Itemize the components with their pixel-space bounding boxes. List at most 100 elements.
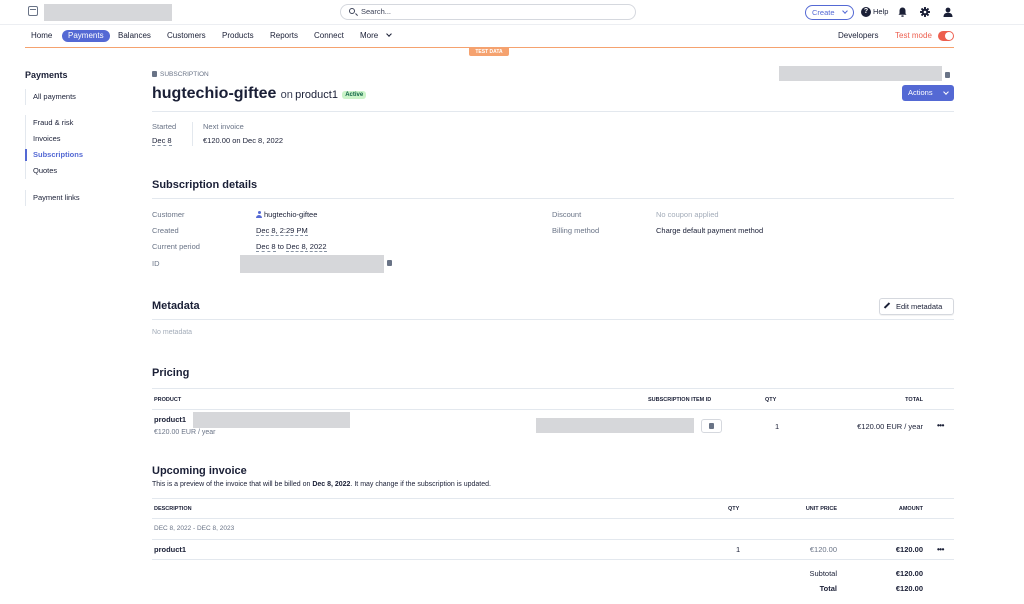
sidebar-item-quotes[interactable]: Quotes <box>33 163 83 179</box>
billing-method-value: Charge default payment method <box>656 226 764 235</box>
total-label: Total <box>819 584 837 593</box>
test-mode-label: Test mode <box>895 31 932 40</box>
status-badge: Active <box>342 91 367 99</box>
subtotal-value: €120.00 <box>895 569 923 578</box>
pricing-row-more-icon[interactable]: ••• <box>937 421 944 430</box>
sidebar-item-subscriptions[interactable]: Subscriptions <box>24 147 83 163</box>
nav-products[interactable]: Products <box>222 30 254 42</box>
id-label: ID <box>152 259 160 268</box>
nav-reports[interactable]: Reports <box>270 30 298 42</box>
customer-label: Customer <box>152 210 185 219</box>
invoice-header-amount: AMOUNT <box>898 506 923 512</box>
pricing-row-product[interactable]: product1 <box>154 415 186 424</box>
nav-customers[interactable]: Customers <box>167 30 206 42</box>
upcoming-desc-post: . It may change if the subscription is u… <box>350 481 491 488</box>
invoice-period: DEC 8, 2022 - DEC 8, 2023 <box>154 525 235 532</box>
metadata-empty: No metadata <box>152 329 193 336</box>
current-period-label: Current period <box>152 242 200 251</box>
started-value: Dec 8 <box>152 136 172 146</box>
nav-home[interactable]: Home <box>31 30 52 42</box>
test-mode-toggle[interactable] <box>938 31 954 41</box>
help-label: Help <box>873 7 889 16</box>
subscription-id-redacted <box>779 66 942 81</box>
metadata-title: Metadata <box>152 300 200 312</box>
chevron-down-icon <box>943 89 949 95</box>
upcoming-desc-pre: This is a preview of the invoice that wi… <box>152 481 311 488</box>
invoice-row-divider <box>152 559 954 560</box>
nav-developers[interactable]: Developers <box>838 30 878 42</box>
details-divider <box>152 198 954 199</box>
pricing-header-item-id: SUBSCRIPTION ITEM ID <box>648 397 712 403</box>
search-placeholder: Search... <box>361 7 392 16</box>
nav-payments[interactable]: Payments <box>62 30 110 42</box>
copy-item-id-button[interactable] <box>701 419 722 433</box>
created-value: Dec 8, 2:29 PM <box>256 226 308 236</box>
sidebar-group-2: Fraud & risk Invoices Subscriptions Quot… <box>24 115 83 179</box>
nav-connect[interactable]: Connect <box>314 30 344 42</box>
page-title: hugtechio-giftee on product1 Active <box>152 85 367 103</box>
header-stat-divider <box>192 122 193 146</box>
copy-id-icon[interactable] <box>387 260 392 266</box>
next-invoice-link[interactable]: €120.00 on Dec 8, 2022 <box>203 136 283 145</box>
account-name-redacted[interactable] <box>44 4 172 21</box>
invoice-row-amount: €120.00 <box>895 545 923 554</box>
gear-icon[interactable] <box>920 7 930 17</box>
subscription-icon <box>152 71 157 77</box>
sidebar-item-fraud-risk[interactable]: Fraud & risk <box>33 115 83 131</box>
create-button[interactable]: Create <box>805 5 854 20</box>
current-period-value: Dec 8 to Dec 8, 2022 <box>256 242 327 252</box>
period-start: Dec 8 <box>256 242 276 252</box>
account-logo-icon[interactable] <box>28 6 38 16</box>
chevron-down-icon <box>842 8 848 14</box>
title-customer: hugtechio-giftee <box>152 85 277 102</box>
test-data-banner: TEST DATA <box>469 48 509 56</box>
nav-more[interactable]: More <box>360 30 392 42</box>
invoice-row-description: product1 <box>154 545 187 554</box>
started-label: Started <box>152 122 177 131</box>
sidebar-title: Payments <box>25 70 68 80</box>
invoice-header-description: DESCRIPTION <box>154 506 192 512</box>
period-end: Dec 8, 2022 <box>286 242 327 252</box>
sidebar-item-all-payments[interactable]: All payments <box>33 89 76 105</box>
subtotal-label: Subtotal <box>809 569 837 578</box>
pricing-row-total: €120.00 EUR / year <box>857 422 923 431</box>
upcoming-description: This is a preview of the invoice that wi… <box>152 481 491 488</box>
actions-button[interactable]: Actions <box>902 85 954 101</box>
search-icon <box>349 8 355 14</box>
price-id-redacted <box>193 412 350 428</box>
sidebar-item-invoices[interactable]: Invoices <box>33 131 83 147</box>
create-label: Create <box>812 8 835 17</box>
question-icon: ? <box>861 7 871 18</box>
pricing-row-qty: 1 <box>775 422 780 431</box>
edit-metadata-button[interactable]: Edit metadata <box>879 298 954 315</box>
total-value: €120.00 <box>895 584 923 593</box>
pricing-title: Pricing <box>152 367 190 379</box>
help-button[interactable]: ? Help <box>861 6 888 18</box>
copy-icon[interactable] <box>945 72 950 78</box>
metadata-divider <box>152 319 954 320</box>
invoice-row-more-icon[interactable]: ••• <box>937 545 944 554</box>
pricing-header-product: PRODUCT <box>154 397 182 403</box>
customer-link[interactable]: hugtechio-giftee <box>256 210 317 219</box>
title-product: product1 <box>295 89 338 101</box>
upcoming-desc-date: Dec 8, 2022 <box>312 481 351 488</box>
nav-balances[interactable]: Balances <box>118 30 151 42</box>
bell-icon[interactable] <box>898 7 907 17</box>
sidebar-group-3: Payment links <box>25 190 80 206</box>
invoice-row-unit-price: €120.00 <box>809 545 837 554</box>
discount-value: No coupon applied <box>656 210 719 219</box>
discount-label: Discount <box>552 210 582 219</box>
pricing-header-total: TOTAL <box>905 397 923 403</box>
sidebar-item-payment-links[interactable]: Payment links <box>33 190 80 206</box>
search-input[interactable]: Search... <box>340 4 636 20</box>
subscription-id-value-redacted <box>240 255 384 273</box>
header-divider <box>152 111 954 112</box>
subscription-item-id-redacted <box>536 418 694 433</box>
invoice-header-divider <box>152 518 954 519</box>
pencil-icon <box>883 302 891 309</box>
pricing-header-divider <box>152 409 954 410</box>
user-icon[interactable] <box>943 7 953 17</box>
nav-more-label: More <box>360 31 379 40</box>
billing-method-label: Billing method <box>552 226 600 235</box>
details-title: Subscription details <box>152 179 258 191</box>
